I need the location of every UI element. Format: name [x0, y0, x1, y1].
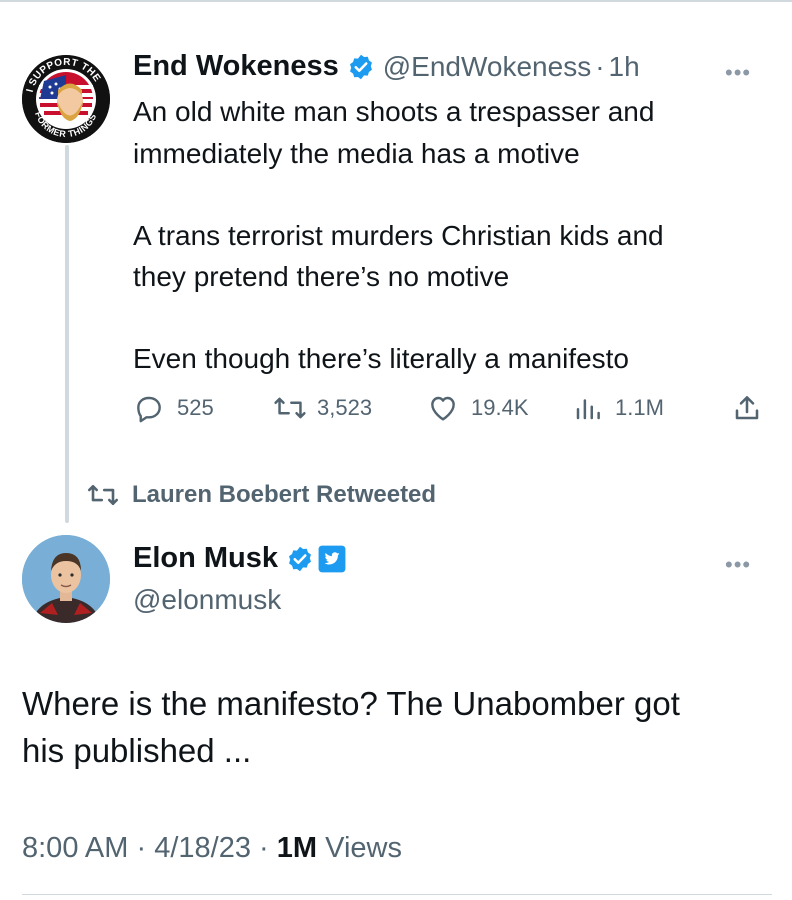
- tweet2-views-label[interactable]: Views: [325, 832, 402, 864]
- retweet-icon: [87, 484, 119, 506]
- tweet1-action-bar: 525 3,523 19.4K 1.1M: [133, 392, 773, 432]
- tweet1-text-line-5: Even though there’s literally a manifest…: [133, 343, 629, 374]
- reply-icon: [137, 396, 161, 423]
- svg-text:I SUPPORT THE: I SUPPORT THE: [25, 57, 103, 93]
- like-count: 19.4K: [471, 395, 529, 420]
- like-button[interactable]: 19.4K: [427, 392, 529, 424]
- tweet1-more-icon[interactable]: •••: [725, 60, 751, 86]
- retweet-icon: [274, 397, 306, 419]
- tweet2-handle[interactable]: @elonmusk: [133, 584, 281, 616]
- meta-separator: ·: [259, 832, 269, 864]
- reply-count: 525: [177, 395, 214, 420]
- elon-musk-avatar-image: [22, 535, 110, 623]
- end-wokeness-avatar[interactable]: I SUPPORT THE FORMER THINGS: [22, 55, 110, 143]
- tweet2-views-count[interactable]: 1M: [277, 832, 317, 864]
- avatar-badge-ring: I SUPPORT THE FORMER THINGS: [25, 57, 103, 139]
- retweet-count: 3,523: [317, 395, 373, 420]
- tweet1-header: End Wokeness @EndWokeness · 1h: [133, 50, 640, 83]
- bottom-divider: [22, 894, 772, 895]
- thread-connector-line: [65, 145, 69, 523]
- tweet2-meta: 8:00 AM · 4/18/23 · 1M Views: [22, 832, 402, 865]
- tweet1-text-line-1: An old white man shoots a trespasser and: [133, 96, 655, 127]
- tweet2-text-line-1: Where is the manifesto? The Unabomber go…: [22, 685, 680, 722]
- tweet1-separator: ·: [595, 50, 605, 82]
- tweet1-text-line-2: immediately the media has a motive: [133, 138, 580, 169]
- tweet2-time[interactable]: 8:00 AM: [22, 832, 128, 864]
- tweet1-text-line-4: they pretend there’s no motive: [133, 261, 510, 292]
- avatar-badge-top-text: I SUPPORT THE: [25, 57, 102, 93]
- verified-badge-icon: [286, 545, 314, 573]
- tweet2-more-icon[interactable]: •••: [725, 552, 751, 578]
- views-count: 1.1M: [615, 395, 664, 420]
- tweet1-display-name[interactable]: End Wokeness: [133, 50, 339, 83]
- views-icon: [576, 399, 600, 420]
- tweet2-display-name[interactable]: Elon Musk: [133, 542, 278, 575]
- verified-badge-icon: [347, 53, 375, 81]
- reply-button[interactable]: 525: [133, 392, 214, 424]
- tweet1-handle[interactable]: @EndWokeness: [383, 51, 591, 83]
- like-icon: [431, 396, 455, 421]
- share-button[interactable]: [731, 392, 763, 424]
- tweet2-header: Elon Musk: [133, 542, 346, 575]
- views-button[interactable]: 1.1M: [573, 392, 664, 424]
- share-icon: [735, 396, 759, 420]
- tweet2-text-line-2: his published ...: [22, 732, 252, 769]
- meta-separator: ·: [136, 832, 147, 864]
- retweet-banner[interactable]: Lauren Boebert Retweeted: [86, 480, 436, 510]
- svg-text:FORMER THINGS: FORMER THINGS: [33, 110, 98, 139]
- retweet-banner-text: Lauren Boebert Retweeted: [132, 481, 437, 508]
- tweet1-text-line-3: A trans terrorist murders Christian kids…: [133, 220, 664, 251]
- retweet-button[interactable]: 3,523: [273, 392, 372, 424]
- twitter-logo-icon: [318, 545, 346, 573]
- elon-musk-avatar[interactable]: [22, 535, 110, 623]
- avatar-badge-bottom-text: FORMER THINGS: [33, 110, 98, 139]
- tweet1-timestamp[interactable]: 1h: [609, 51, 640, 83]
- tweet2-text: Where is the manifesto? The Unabomber go…: [22, 680, 680, 774]
- tweet2-date[interactable]: 4/18/23: [154, 832, 251, 864]
- top-divider: [0, 0, 792, 2]
